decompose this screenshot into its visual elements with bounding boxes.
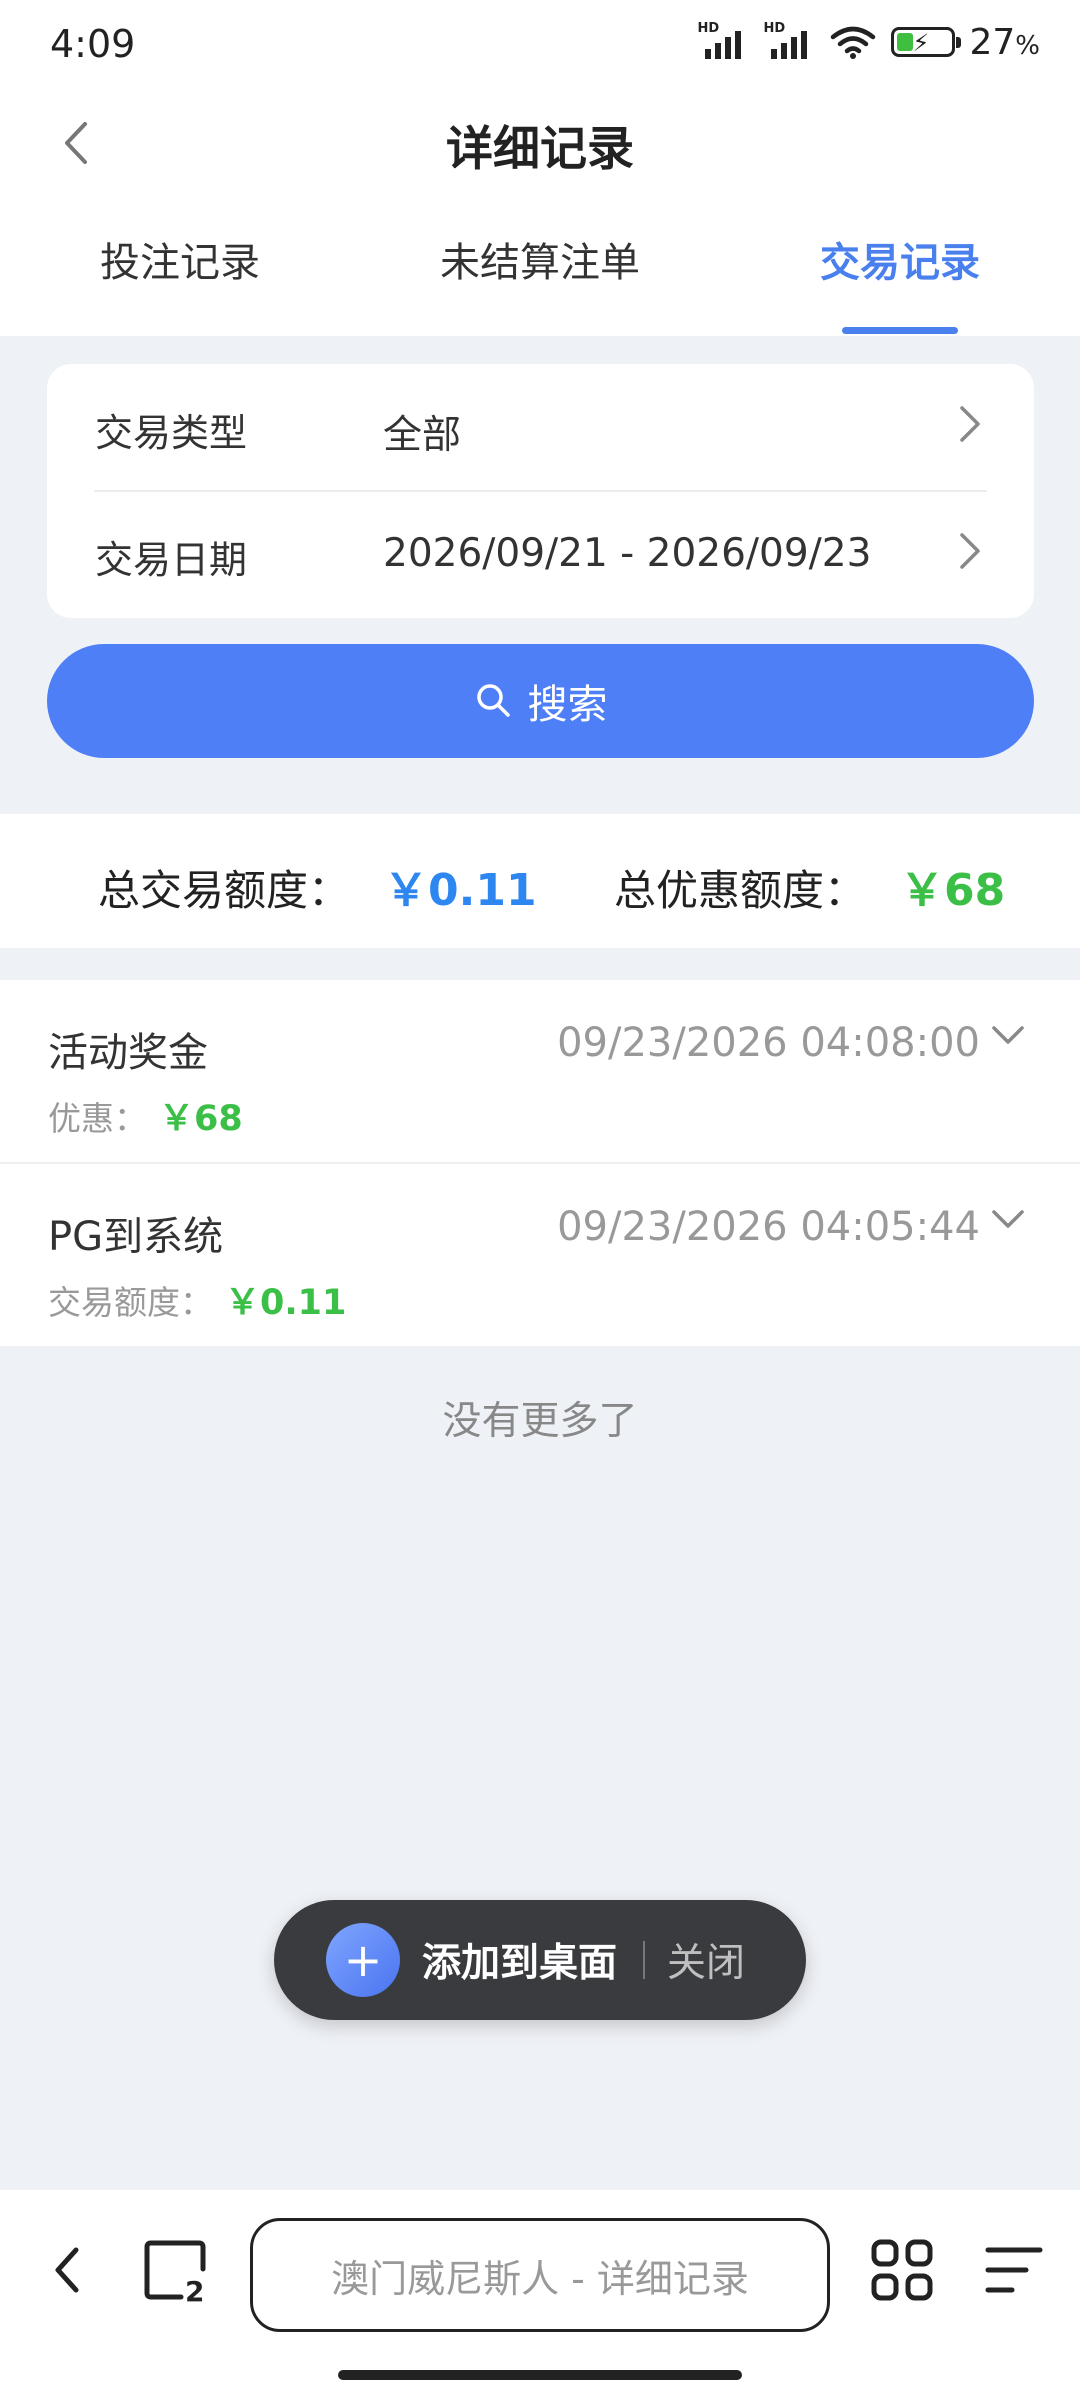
status-icons: HD HD ⚡ 27% [697, 21, 1040, 63]
filter-date-value: 2026/09/21 - 2026/09/23 [383, 531, 872, 576]
total-transaction-amount: ￥0.11 [384, 865, 537, 916]
tab-bar: 投注记录 未结算注单 交易记录 [0, 228, 1080, 336]
record-detail-value: ￥0.11 [225, 1283, 347, 1323]
chevron-down-icon[interactable] [988, 1200, 1028, 1240]
browser-bottom-bar: 2 澳门威尼斯人 - 详细记录 [0, 2190, 1080, 2400]
no-more-text: 没有更多了 [442, 1399, 638, 1444]
record-name: 活动奖金 [48, 1030, 208, 1076]
browser-tabs-button[interactable]: 2 [136, 2230, 216, 2310]
filter-card: 交易类型 全部 交易日期 2026/09/21 - 2026/09/23 [47, 364, 1034, 618]
wifi-icon [831, 26, 876, 59]
menu-icon [985, 2247, 1043, 2293]
status-time: 4:09 [50, 22, 136, 66]
transaction-list: 活动奖金 09/23/2026 04:08:00 优惠： ￥68 PG到系统 0… [0, 980, 1080, 1348]
toast-divider [643, 1941, 646, 1979]
plus-icon[interactable]: + [326, 1923, 400, 1997]
add-to-desktop-button[interactable]: 添加到桌面 [422, 1932, 617, 1988]
tab-bet-records[interactable]: 投注记录 [0, 228, 360, 298]
search-button[interactable]: 搜索 [47, 644, 1034, 758]
browser-apps-button[interactable] [862, 2230, 942, 2310]
address-bar[interactable]: 澳门威尼斯人 - 详细记录 [250, 2218, 830, 2332]
total-discount: 总优惠额度： ￥68 [614, 854, 1005, 918]
active-tab-indicator [842, 327, 958, 334]
filter-transaction-date[interactable]: 交易日期 2026/09/21 - 2026/09/23 [47, 491, 1034, 618]
chevron-down-icon[interactable] [988, 1016, 1028, 1056]
page-title: 详细记录 [446, 122, 634, 177]
record-name: PG到系统 [48, 1214, 224, 1260]
record-detail-label: 优惠： [48, 1099, 147, 1138]
total-discount-label: 总优惠额度： [614, 866, 867, 915]
status-bar: 4:09 HD HD ⚡ 27% [0, 0, 1080, 78]
grid-icon [871, 2239, 933, 2301]
battery-percent: 27% [969, 21, 1040, 63]
filter-date-label: 交易日期 [95, 538, 248, 582]
address-bar-text: 澳门威尼斯人 - 详细记录 [331, 2256, 749, 2301]
toast-close-button[interactable]: 关闭 [667, 1932, 745, 1988]
page-header: 详细记录 投注记录 未结算注单 交易记录 [0, 78, 1080, 336]
browser-menu-button[interactable] [974, 2230, 1054, 2310]
record-time: 09/23/2026 04:08:00 [557, 1020, 980, 1066]
battery-icon: ⚡ [891, 27, 962, 57]
totals-bar: 总交易额度： ￥0.11 总优惠额度： ￥68 [0, 814, 1080, 948]
list-item[interactable]: 活动奖金 09/23/2026 04:08:00 优惠： ￥68 [0, 980, 1080, 1164]
record-detail: 交易额度： ￥0.11 [48, 1274, 346, 1325]
record-detail: 优惠： ￥68 [48, 1090, 243, 1141]
chevron-left-icon [55, 2247, 79, 2293]
list-item[interactable]: PG到系统 09/23/2026 04:05:44 交易额度： ￥0.11 [0, 1164, 1080, 1348]
record-detail-label: 交易额度： [48, 1283, 213, 1322]
search-label: 搜索 [527, 682, 608, 728]
tabs-icon: 2 [144, 2240, 206, 2305]
filter-transaction-type[interactable]: 交易类型 全部 [47, 364, 1034, 491]
search-icon [476, 684, 510, 717]
total-discount-amount: ￥68 [900, 865, 1006, 916]
total-transaction: 总交易额度： ￥0.11 [98, 854, 537, 918]
svg-text:2: 2 [185, 2275, 204, 2305]
record-detail-value: ￥68 [159, 1099, 243, 1139]
chevron-right-icon [960, 406, 980, 442]
record-time: 09/23/2026 04:05:44 [557, 1204, 980, 1250]
chevron-right-icon [960, 533, 980, 569]
cell-signal-icon-2: HD [763, 21, 815, 59]
cell-signal-icon: HD [697, 21, 749, 59]
browser-back-button[interactable] [26, 2230, 106, 2310]
tab-transaction-records[interactable]: 交易记录 [720, 228, 1080, 298]
home-indicator [338, 2370, 742, 2380]
filter-type-value: 全部 [383, 413, 462, 458]
add-to-desktop-toast: + 添加到桌面 关闭 [274, 1900, 806, 2020]
tab-unsettled-bets[interactable]: 未结算注单 [360, 228, 720, 298]
filter-type-label: 交易类型 [95, 411, 248, 455]
total-transaction-label: 总交易额度： [98, 866, 351, 915]
